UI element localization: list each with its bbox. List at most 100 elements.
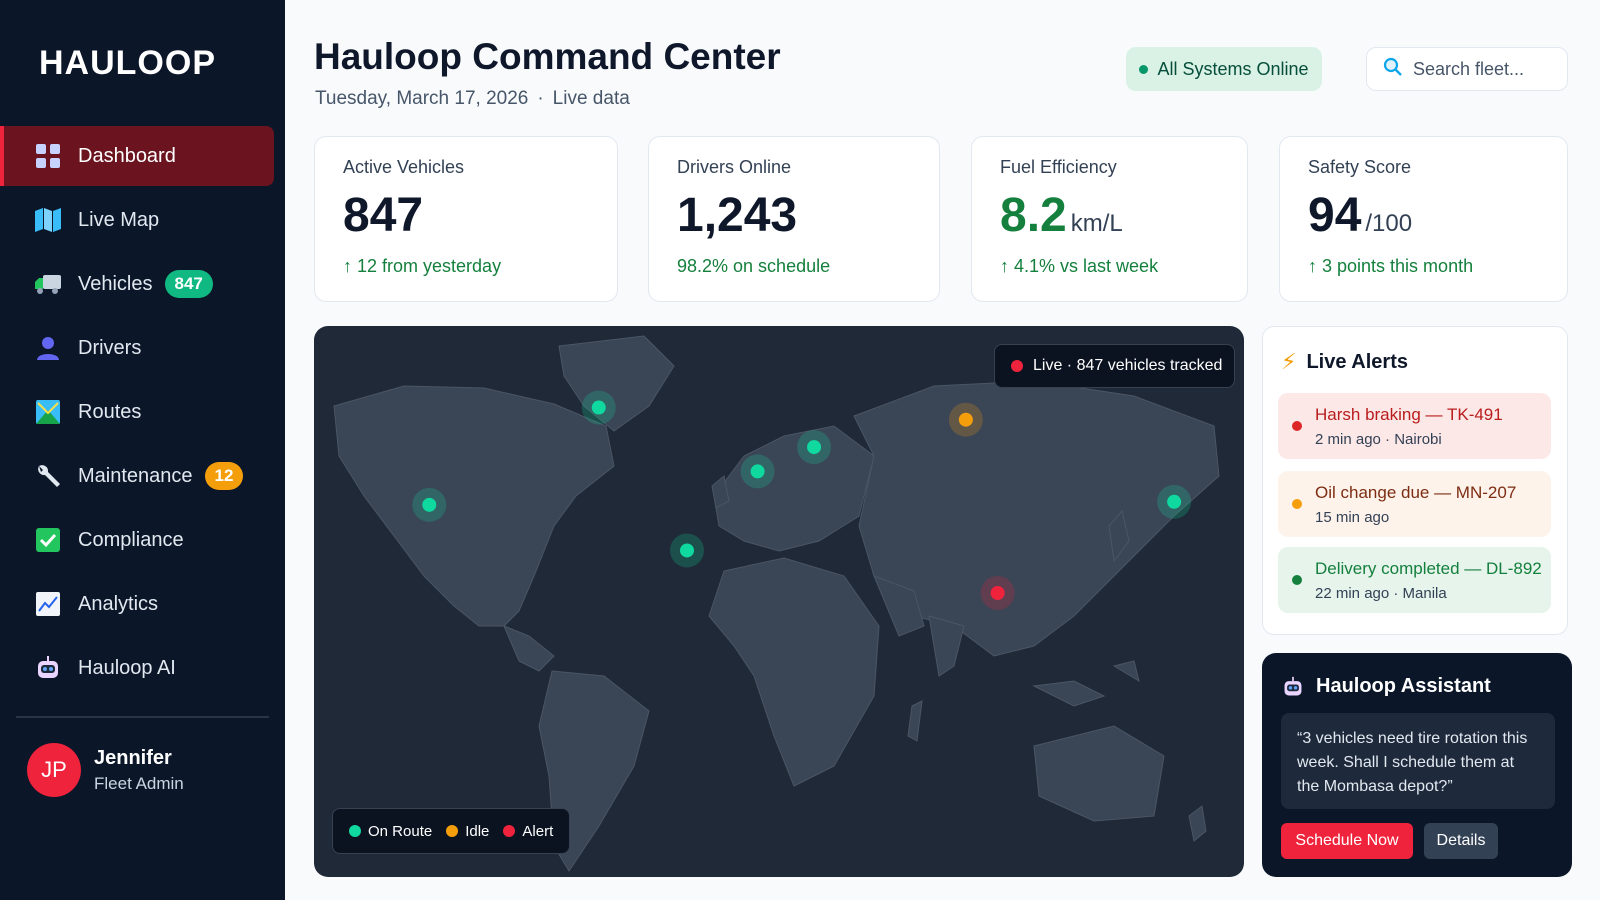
legend-item-alert: Alert	[503, 823, 553, 840]
vehicle-marker-route[interactable]	[740, 454, 775, 489]
status-dot-icon	[1139, 64, 1149, 74]
sidebar-item-label: Drivers	[78, 336, 142, 359]
sidebar-item-label: Maintenance	[78, 464, 193, 487]
alert-title: Oil change due — MN-207	[1315, 483, 1517, 502]
lightning-icon: ⚡	[1281, 349, 1297, 374]
sidebar-item-label: Dashboard	[78, 144, 176, 167]
vehicle-marker-route[interactable]	[797, 430, 832, 465]
fleet-map[interactable]: Live · 847 vehicles tracked On Route Idl…	[314, 326, 1244, 877]
live-alerts-panel: ⚡ Live Alerts Harsh braking — TK-491 2 m…	[1262, 326, 1568, 635]
alert-dot-icon	[1292, 499, 1302, 509]
stat-number: 8.2	[1000, 189, 1067, 242]
route-icon	[34, 398, 62, 426]
sidebar-item-vehicles[interactable]: Vehicles 847	[0, 254, 285, 314]
sidebar-nav: Dashboard Live Map Vehicles 847 Drivers	[0, 126, 285, 702]
stat-trend: ↑ 4.1% vs last week	[1000, 256, 1159, 276]
chart-icon	[34, 590, 62, 618]
stat-trend: ↑ 3 points this month	[1308, 256, 1474, 276]
alert-item[interactable]: Delivery completed — DL-892 22 min ago ·…	[1278, 547, 1551, 613]
legend-item-idle: Idle	[446, 823, 489, 840]
vehicle-marker-idle[interactable]	[948, 402, 983, 437]
assistant-title: Hauloop Assistant	[1282, 675, 1491, 698]
live-tracking-label: Live · 847 vehicles tracked	[1033, 357, 1223, 374]
stat-label: Active Vehicles	[343, 157, 465, 177]
alert-dot-icon	[1292, 575, 1302, 585]
stat-trend: 98.2% on schedule	[677, 256, 831, 276]
status-label: All Systems Online	[1157, 58, 1309, 79]
system-status-badge: All Systems Online	[1126, 47, 1322, 91]
assistant-message: “3 vehicles need tire rotation this week…	[1281, 713, 1555, 809]
alert-meta: 15 min ago	[1315, 509, 1390, 526]
brand-logo: HAULOOP	[39, 44, 216, 82]
grid-icon	[34, 142, 62, 170]
stat-unit: km/L	[1070, 210, 1123, 237]
sidebar: HAULOOP Dashboard Live Map Vehicles 847	[0, 0, 285, 900]
world-map	[333, 335, 1220, 872]
stat-number: 847	[343, 189, 424, 242]
alert-title: Harsh braking — TK-491	[1315, 405, 1503, 424]
sidebar-item-label: Compliance	[78, 528, 184, 551]
page-subtitle: Tuesday, March 17, 2026 · Live data	[315, 88, 630, 110]
legend-dot-icon	[503, 825, 516, 837]
schedule-now-button[interactable]: Schedule Now	[1281, 823, 1413, 859]
sidebar-item-label: Analytics	[78, 592, 159, 615]
vehicle-marker-route[interactable]	[669, 533, 704, 568]
sidebar-item-label: Live Map	[78, 208, 160, 231]
sidebar-divider	[16, 716, 269, 718]
truck-icon	[34, 270, 62, 298]
search-icon	[1383, 57, 1403, 82]
stat-unit: /100	[1365, 210, 1413, 237]
stat-label: Fuel Efficiency	[1000, 157, 1117, 177]
live-dot-icon	[1011, 360, 1023, 372]
sidebar-item-routes[interactable]: Routes	[0, 382, 285, 442]
user-role: Fleet Admin	[94, 773, 184, 793]
stat-trend: ↑ 12 from yesterday	[343, 256, 502, 276]
current-date: Tuesday, March 17, 2026	[315, 88, 529, 109]
legend-label: On Route	[368, 822, 433, 840]
sidebar-item-drivers[interactable]: Drivers	[0, 318, 285, 378]
user-profile[interactable]: JP Jennifer Fleet Admin	[27, 743, 184, 797]
legend-item-on-route: On Route	[349, 823, 432, 840]
alert-item[interactable]: Harsh braking — TK-491 2 min ago · Nairo…	[1278, 393, 1551, 459]
legend-label: Idle	[465, 822, 490, 840]
search-box[interactable]	[1366, 47, 1568, 91]
sidebar-item-hauloop-ai[interactable]: Hauloop AI	[0, 638, 285, 698]
vehicle-marker-route[interactable]	[1157, 484, 1192, 519]
legend-dot-icon	[446, 825, 459, 837]
stat-label: Drivers Online	[677, 157, 792, 177]
sidebar-item-label: Vehicles	[78, 272, 153, 295]
sidebar-item-maintenance[interactable]: Maintenance 12	[0, 446, 285, 506]
vehicle-marker-route[interactable]	[581, 390, 616, 425]
vehicles-count-badge: 847	[164, 270, 213, 298]
legend-label: Alert	[522, 822, 554, 840]
alert-title: Delivery completed — DL-892	[1315, 559, 1542, 578]
alerts-title: ⚡ Live Alerts	[1281, 349, 1408, 375]
robot-icon	[34, 654, 62, 682]
avatar: JP	[27, 743, 81, 797]
checkbox-icon	[34, 526, 62, 554]
maintenance-count-badge: 12	[204, 462, 244, 490]
alerts-title-label: Live Alerts	[1306, 350, 1408, 373]
vehicle-marker-alert[interactable]	[980, 576, 1015, 610]
stat-value: 1,243	[677, 192, 911, 240]
wrench-icon	[34, 462, 62, 490]
alert-item[interactable]: Oil change due — MN-207 15 min ago	[1278, 471, 1551, 537]
map-legend: On Route Idle Alert	[332, 808, 571, 854]
sidebar-item-compliance[interactable]: Compliance	[0, 510, 285, 570]
page-title: Hauloop Command Center	[314, 36, 781, 77]
sidebar-item-label: Routes	[78, 400, 142, 423]
sidebar-item-analytics[interactable]: Analytics	[0, 574, 285, 634]
stat-value: 8.2 km/L	[1000, 192, 1219, 240]
live-tracking-chip: Live · 847 vehicles tracked	[994, 344, 1236, 388]
vehicle-marker-route[interactable]	[412, 487, 447, 522]
sidebar-item-dashboard[interactable]: Dashboard	[0, 126, 274, 186]
details-button[interactable]: Details	[1424, 823, 1498, 859]
assistant-title-label: Hauloop Assistant	[1316, 675, 1491, 697]
search-input[interactable]	[1413, 58, 1563, 80]
sidebar-item-live-map[interactable]: Live Map	[0, 190, 285, 250]
stat-card-safety-score: Safety Score 94/100 ↑ 3 points this mont…	[1279, 136, 1568, 302]
alert-dot-icon	[1292, 421, 1302, 431]
stat-label: Safety Score	[1308, 157, 1412, 177]
stat-card-drivers-online: Drivers Online 1,243 98.2% on schedule	[648, 136, 940, 302]
person-icon	[34, 334, 62, 362]
